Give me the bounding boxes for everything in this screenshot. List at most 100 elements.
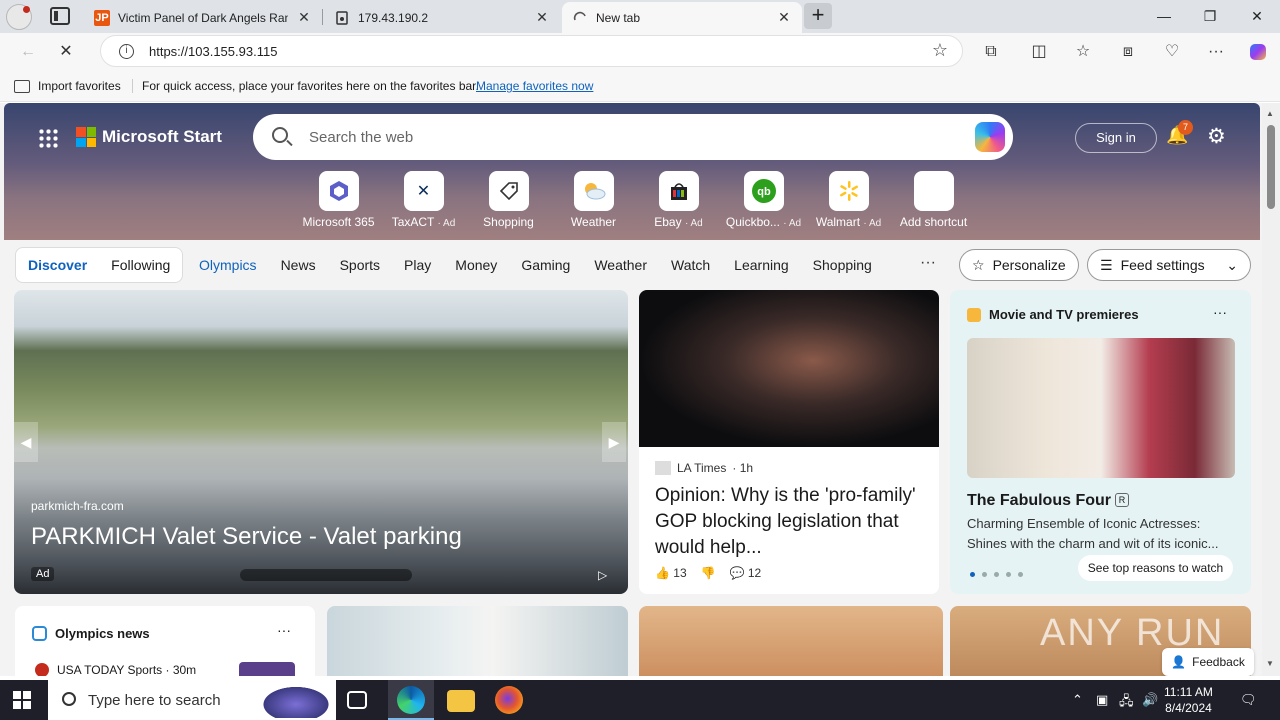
shortcut-add[interactable]: + Add shortcut [891, 171, 976, 229]
split-screen-icon[interactable]: ◫ [1024, 37, 1054, 67]
card-pager[interactable] [970, 572, 1023, 577]
system-clock[interactable]: 11:11 AM 8/4/2024 [1164, 684, 1213, 716]
restore-button[interactable]: ❐ [1187, 0, 1233, 32]
dislike-icon[interactable]: 👎 [701, 566, 716, 580]
nav-money[interactable]: Money [455, 257, 497, 273]
firefox-icon[interactable] [495, 686, 523, 714]
more-options-icon[interactable]: ··· [277, 622, 291, 638]
shortcut-ebay[interactable]: Ebay · Ad [636, 171, 721, 229]
show-hidden-icons-icon[interactable]: ⌃ [1072, 692, 1083, 708]
minimize-button[interactable]: — [1141, 0, 1187, 32]
favorite-star-icon[interactable]: ☆ [932, 40, 948, 61]
feedback-label: Feedback [1192, 655, 1245, 669]
carousel-headline[interactable]: PARKMICH Valet Service - Valet parking [31, 523, 462, 551]
feed-settings-button[interactable]: ☰ Feed settings ⌄ [1087, 249, 1251, 281]
new-tab-button[interactable]: + [804, 3, 832, 29]
like-button[interactable]: 👍 13 [655, 566, 687, 580]
file-explorer-icon[interactable] [447, 690, 475, 712]
tab-discover[interactable]: Discover [28, 257, 87, 273]
taskbar-search-input[interactable]: Type here to search [88, 692, 221, 709]
shortcut-taxact[interactable]: ✕ TaxACT · Ad [381, 171, 466, 229]
import-favorites-button[interactable]: Import favorites [14, 79, 121, 93]
favorites-icon[interactable]: ☆ [1068, 37, 1098, 67]
nav-sports[interactable]: Sports [340, 257, 380, 273]
back-arrow-icon[interactable]: ← [13, 37, 43, 67]
close-tab-icon[interactable]: ✕ [776, 9, 792, 26]
address-bar[interactable]: i https://103.155.93.115 ☆ [100, 35, 963, 67]
movie-title[interactable]: The Fabulous Four R [967, 492, 1129, 510]
olympics-news-card[interactable]: Olympics news ··· USA TODAY Sports · 30m [15, 606, 315, 676]
nav-gaming[interactable]: Gaming [521, 257, 570, 273]
volume-icon[interactable]: 🔊 [1142, 692, 1158, 708]
shortcut-weather[interactable]: Weather [551, 171, 636, 229]
web-search-box[interactable]: Search the web [253, 114, 1013, 160]
shortcut-microsoft-365[interactable]: Microsoft 365 [296, 171, 381, 229]
more-options-icon[interactable]: ··· [1213, 304, 1227, 320]
notifications-bell-icon[interactable]: 🔔 7 [1166, 120, 1193, 149]
carousel-pager[interactable] [240, 569, 412, 581]
close-window-button[interactable]: ✕ [1234, 0, 1280, 32]
comments-button[interactable]: 💬 12 [730, 566, 762, 580]
shortcut-walmart[interactable]: Walmart · Ad [806, 171, 891, 229]
device-icon[interactable]: ▣ [1096, 692, 1108, 708]
network-icon[interactable]: 🖧 [1119, 692, 1134, 714]
feedback-button[interactable]: 👤 Feedback [1162, 648, 1254, 676]
movie-premieres-card[interactable]: Movie and TV premieres ··· The Fabulous … [950, 290, 1251, 594]
tab-actions-icon[interactable] [50, 7, 70, 25]
notification-center-icon[interactable]: 🗨 [1240, 692, 1257, 708]
sign-in-button[interactable]: Sign in [1075, 123, 1157, 153]
profile-button[interactable] [6, 4, 32, 30]
browser-essentials-icon[interactable]: ♡ [1157, 37, 1187, 67]
shortcut-quickbooks[interactable]: qb Quickbo... · Ad [721, 171, 806, 229]
pharmacy-story-card[interactable] [327, 606, 628, 676]
nav-news[interactable]: News [281, 257, 316, 273]
windows-start-icon[interactable] [13, 691, 31, 709]
nav-shopping[interactable]: Shopping [813, 257, 872, 273]
news-headline[interactable]: Opinion: Why is the 'pro-family' GOP blo… [655, 483, 925, 561]
stop-loading-icon[interactable]: ✕ [51, 37, 81, 67]
nav-olympics[interactable]: Olympics [199, 257, 257, 273]
ad-badge: Ad [31, 567, 55, 581]
close-tab-icon[interactable]: ✕ [534, 9, 550, 26]
edge-icon[interactable] [397, 686, 425, 714]
tab-victim-panel[interactable]: JP Victim Panel of Dark Angels Ran: ✕ [84, 2, 322, 33]
more-options-icon[interactable]: ··· [1201, 37, 1231, 67]
collections-icon[interactable]: ⧈ [1113, 37, 1143, 67]
app-launcher-icon[interactable] [38, 128, 58, 148]
nav-play[interactable]: Play [404, 257, 431, 273]
story-card[interactable] [639, 606, 943, 676]
page-scrollbar[interactable]: ▲ ▼ [1262, 103, 1280, 676]
search-icon [62, 692, 76, 706]
scrollbar-thumb[interactable] [1267, 125, 1275, 209]
tab-ip-address[interactable]: 179.43.190.2 ✕ [324, 2, 560, 33]
extensions-icon[interactable]: ⧉ [976, 37, 1006, 67]
copilot-icon[interactable] [1243, 37, 1273, 67]
tab-following[interactable]: Following [111, 257, 170, 273]
nav-watch[interactable]: Watch [671, 257, 710, 273]
close-tab-icon[interactable]: ✕ [296, 9, 312, 26]
taskbar-search[interactable]: Type here to search [48, 680, 336, 720]
nav-learning[interactable]: Learning [734, 257, 789, 273]
shortcut-shopping[interactable]: Shopping [466, 171, 551, 229]
personalize-button[interactable]: ☆ Personalize [959, 249, 1079, 281]
url-text[interactable]: https://103.155.93.115 [149, 44, 277, 59]
gear-icon[interactable]: ⚙ [1207, 124, 1226, 149]
ad-carousel[interactable]: ◀ ▶ parkmich-fra.com PARKMICH Valet Serv… [14, 290, 628, 594]
copilot-icon[interactable] [975, 122, 1005, 152]
scroll-down-icon[interactable]: ▼ [1266, 659, 1274, 668]
manage-favorites-link[interactable]: Manage favorites now [476, 79, 593, 93]
microsoft-start-logo[interactable]: Microsoft Start [76, 127, 222, 147]
site-info-icon[interactable]: i [119, 44, 134, 59]
nav-more-icon[interactable]: ··· [920, 254, 936, 272]
tab-new-tab[interactable]: New tab ✕ [562, 2, 802, 33]
carousel-prev-icon[interactable]: ◀ [14, 422, 38, 462]
carousel-next-icon[interactable]: ▶ [602, 422, 626, 462]
list-item[interactable]: USA TODAY Sports · 30m [35, 663, 196, 676]
search-input[interactable]: Search the web [309, 129, 413, 146]
news-card[interactable]: LA Times · 1h Opinion: Why is the 'pro-f… [639, 290, 939, 594]
see-reasons-button[interactable]: See top reasons to watch [1078, 555, 1233, 581]
ad-choices-icon[interactable]: ▷ [598, 568, 607, 582]
nav-weather[interactable]: Weather [594, 257, 647, 273]
task-view-icon[interactable] [347, 691, 367, 709]
scroll-up-icon[interactable]: ▲ [1266, 109, 1274, 118]
